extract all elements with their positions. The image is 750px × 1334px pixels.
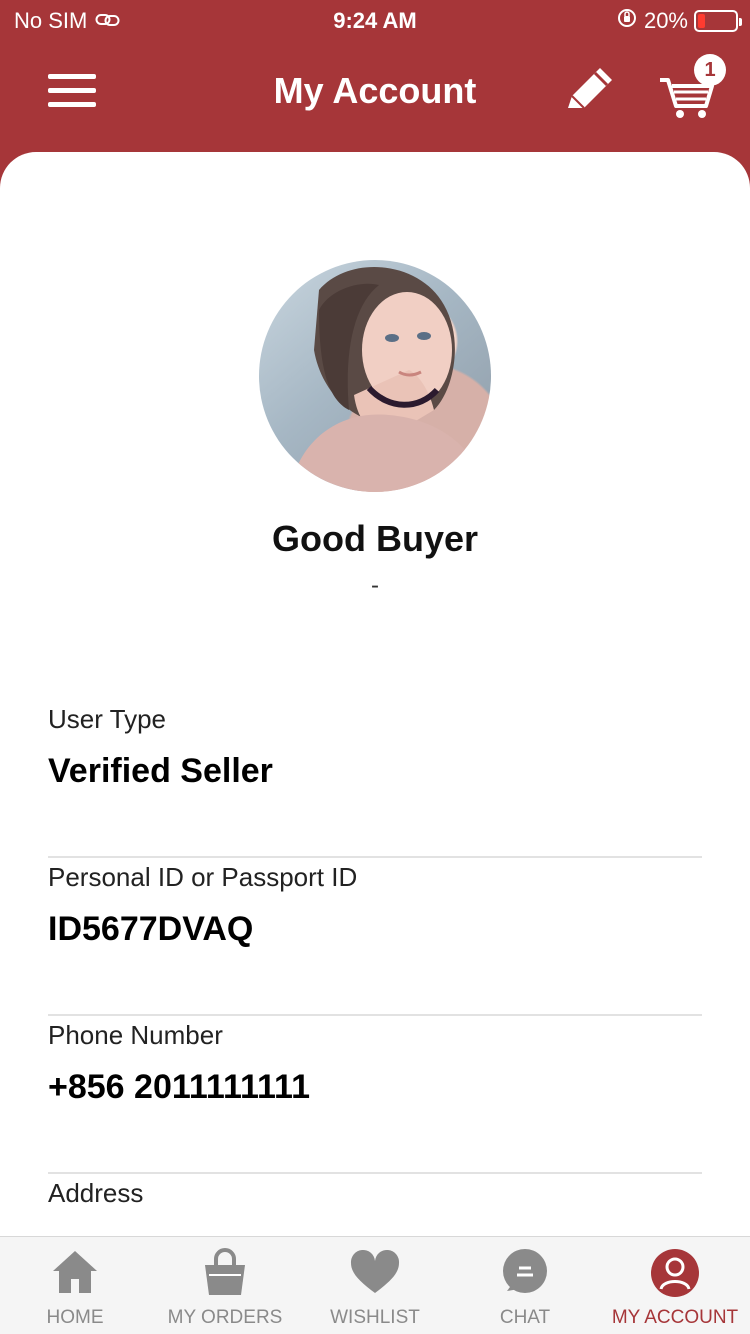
field-phone-number: Phone Number +856 2011111111	[48, 1016, 702, 1174]
avatar-photo	[289, 267, 491, 492]
field-label: Personal ID or Passport ID	[48, 862, 358, 892]
orientation-lock-icon	[616, 7, 638, 35]
field-address: Address	[48, 1174, 702, 1236]
tab-my-orders[interactable]: MY ORDERS	[150, 1237, 300, 1334]
app-header: My Account 1	[0, 40, 750, 152]
account-card: Good Buyer - User Type Verified Seller P…	[0, 152, 750, 1236]
user-icon	[651, 1249, 699, 1297]
page-title: My Account	[273, 70, 477, 111]
field-label: User Type	[48, 704, 167, 734]
tab-label: WISHLIST	[330, 1307, 420, 1328]
status-right: 20%	[616, 7, 742, 35]
field-value: Verified Seller	[48, 752, 273, 790]
field-value: ID5677DVAQ	[48, 910, 254, 948]
field-label: Phone Number	[48, 1020, 223, 1050]
status-bar: No SIM 9:24 AM 20%	[0, 0, 750, 40]
tab-label: CHAT	[499, 1307, 551, 1328]
chat-bubble-icon	[503, 1249, 547, 1293]
tab-label: MY ORDERS	[167, 1307, 283, 1328]
avatar[interactable]	[259, 260, 491, 492]
field-label: Address	[48, 1178, 144, 1208]
bottom-tab-bar: HOME MY ORDERS WISHLIST CHAT MY ACCOUNT	[0, 1236, 750, 1334]
pencil-icon	[568, 68, 612, 109]
cart-button[interactable]: 1	[656, 54, 728, 120]
cart-count-badge: 1	[694, 54, 726, 86]
edit-button[interactable]	[560, 60, 620, 120]
tab-label: MY ACCOUNT	[611, 1307, 739, 1328]
heart-icon	[350, 1249, 400, 1293]
profile-subtitle: -	[371, 572, 379, 599]
tab-chat[interactable]: CHAT	[450, 1237, 600, 1334]
home-icon	[53, 1251, 97, 1293]
field-user-type: User Type Verified Seller	[48, 700, 702, 858]
account-fields: User Type Verified Seller Personal ID or…	[48, 700, 702, 1236]
profile-name: Good Buyer	[271, 518, 478, 559]
battery-level	[698, 14, 705, 28]
field-value: +856 2011111111	[48, 1068, 310, 1106]
tab-label: HOME	[46, 1307, 104, 1328]
field-personal-id: Personal ID or Passport ID ID5677DVAQ	[48, 858, 702, 1016]
shopping-bag-icon	[205, 1248, 245, 1295]
battery-icon	[694, 10, 742, 32]
battery-percent: 20%	[643, 8, 688, 33]
tab-home[interactable]: HOME	[0, 1237, 150, 1334]
tab-my-account[interactable]: MY ACCOUNT	[600, 1237, 750, 1334]
tab-wishlist[interactable]: WISHLIST	[300, 1237, 450, 1334]
